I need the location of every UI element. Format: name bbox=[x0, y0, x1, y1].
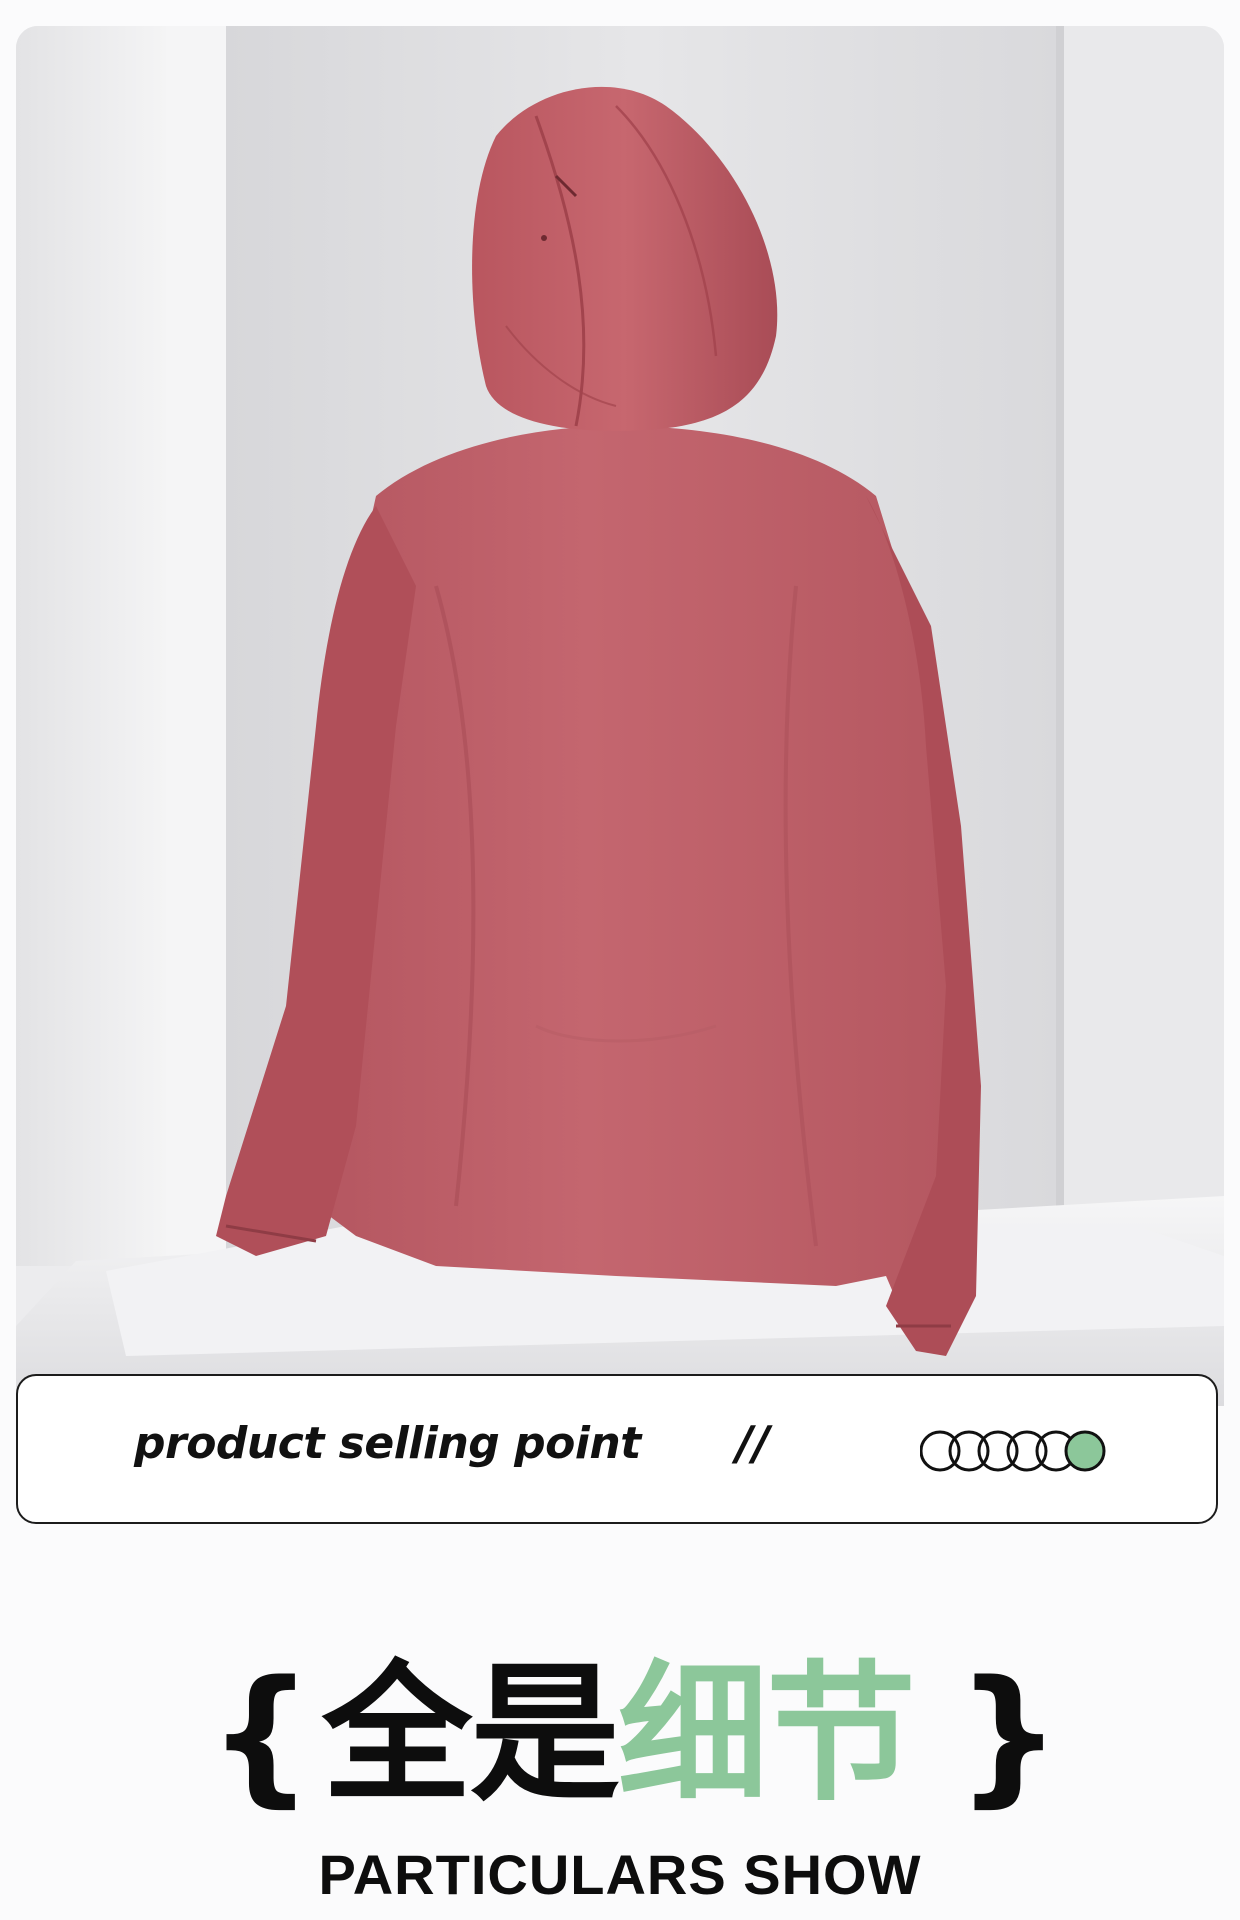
section-title: 全是细节 bbox=[322, 1648, 916, 1822]
section-title-green: 细节 bbox=[618, 1648, 916, 1822]
progress-ring-2 bbox=[948, 1430, 990, 1472]
section-title-dark: 全是 bbox=[322, 1648, 620, 1822]
progress-ring-4 bbox=[1006, 1430, 1048, 1472]
progress-ring-3 bbox=[977, 1430, 1019, 1472]
right-brace: } bbox=[956, 1649, 1062, 1821]
selling-point-bar: product selling point // bbox=[16, 1374, 1218, 1524]
section-heading: { 全是细节 } bbox=[0, 1650, 1240, 1830]
progress-ring-1 bbox=[920, 1430, 961, 1472]
slash-divider: // bbox=[736, 1416, 770, 1470]
progress-rings-indicator bbox=[920, 1430, 1106, 1472]
progress-ring-6-active bbox=[1064, 1430, 1106, 1472]
section-subtitle: PARTICULARS SHOW bbox=[318, 1843, 922, 1906]
left-brace: { bbox=[208, 1649, 314, 1821]
product-photo bbox=[16, 26, 1224, 1406]
hooded-jacket-back-view-image bbox=[16, 26, 1224, 1406]
selling-point-label: product selling point bbox=[134, 1418, 641, 1469]
